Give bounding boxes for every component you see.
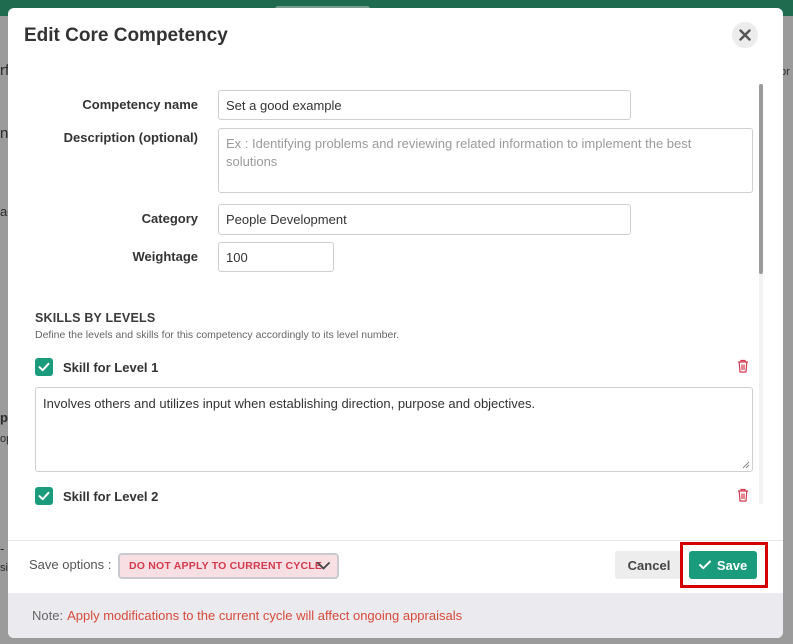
resize-grip-icon[interactable] [742, 461, 750, 469]
save-options-selected: DO NOT APPLY TO CURRENT CYCLE [129, 560, 323, 572]
check-icon [38, 491, 50, 501]
note-text: Apply modifications to the current cycle… [67, 608, 463, 623]
weightage-label: Weightage [132, 249, 199, 264]
category-label: Category [141, 211, 198, 226]
note-prefix: Note: [32, 608, 64, 623]
close-button[interactable] [732, 22, 758, 48]
skill-level-1-checkbox[interactable] [35, 358, 53, 376]
category-input[interactable]: People Development [218, 204, 631, 235]
background-text: si [0, 562, 8, 574]
close-icon [739, 29, 751, 41]
trash-icon[interactable] [737, 488, 749, 502]
scrollbar-thumb[interactable] [759, 84, 763, 274]
skills-section-title: SKILLS BY LEVELS [35, 311, 156, 325]
competency-name-label: Competency name [82, 97, 198, 112]
save-options-dropdown[interactable]: DO NOT APPLY TO CURRENT CYCLE [118, 553, 339, 579]
skills-section-subtitle: Define the levels and skills for this co… [35, 329, 400, 341]
chevron-down-icon [317, 562, 330, 570]
footer-divider [8, 540, 783, 541]
trash-icon[interactable] [737, 359, 749, 373]
weightage-input[interactable]: 100 [218, 242, 334, 272]
skill-level-1-textarea[interactable]: Involves others and utilizes input when … [35, 387, 753, 472]
description-textarea[interactable]: Ex : Identifying problems and reviewing … [218, 128, 753, 193]
skill-level-label: Skill for Level 1 [63, 359, 159, 375]
note-bar: Note: Apply modifications to the current… [8, 593, 783, 638]
description-label: Description (optional) [63, 130, 198, 145]
save-options-label: Save options : [29, 557, 112, 572]
skill-level-label: Skill for Level 2 [63, 488, 159, 504]
save-button-label: Save [716, 557, 748, 573]
skill-level-2-checkbox[interactable] [35, 487, 53, 505]
competency-name-input[interactable]: Set a good example [218, 90, 631, 120]
check-icon [38, 362, 50, 372]
modal-title: Edit Core Competency [24, 25, 228, 46]
skill-level-row: Skill for Level 2 [35, 485, 755, 507]
edit-competency-modal: Edit Core Competency Competency name Set… [8, 8, 783, 638]
check-icon [698, 560, 711, 570]
cancel-button[interactable]: Cancel [615, 551, 683, 579]
skill-level-1-text: Involves others and utilizes input when … [43, 396, 536, 411]
save-button[interactable]: Save [689, 551, 757, 579]
skill-level-row: Skill for Level 1 [35, 356, 755, 378]
